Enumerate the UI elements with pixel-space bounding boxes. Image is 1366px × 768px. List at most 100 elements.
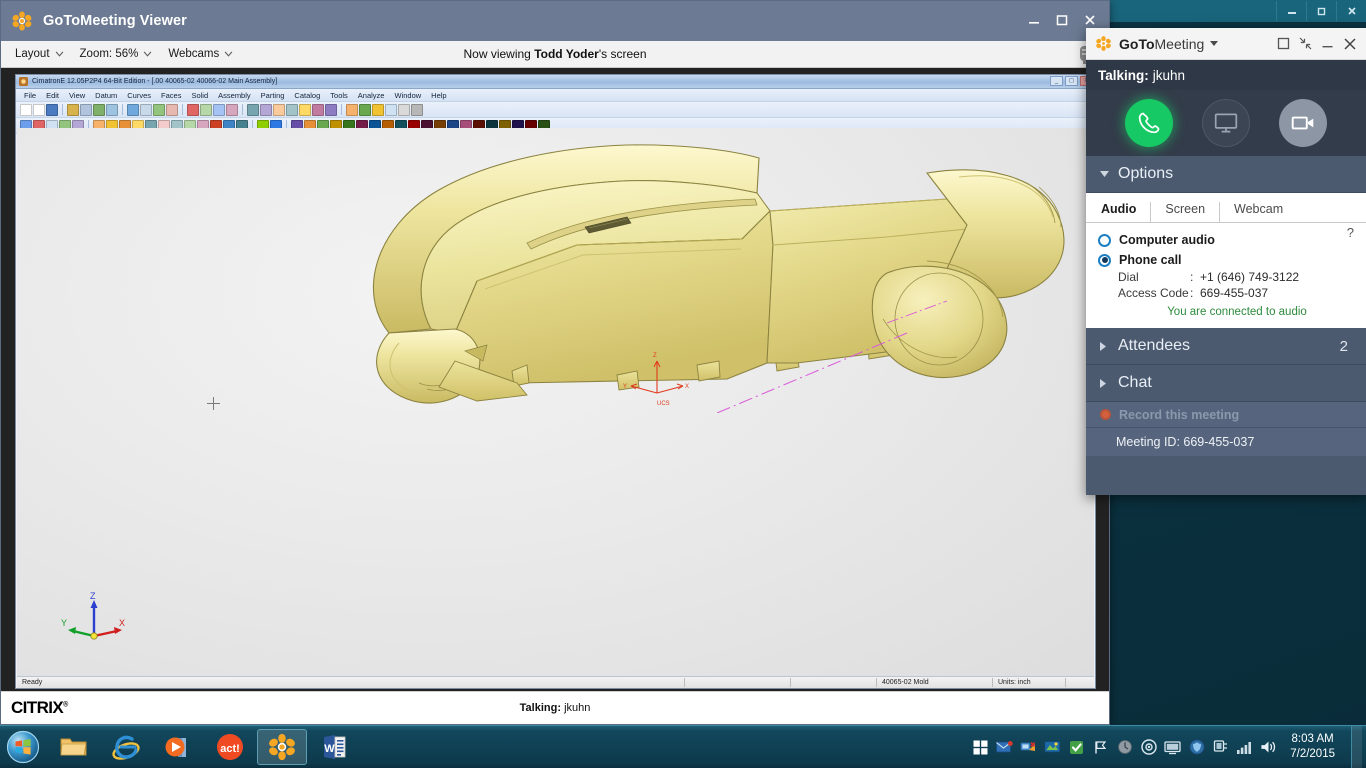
viewer-titlebar[interactable]: GoToMeeting Viewer — [1, 1, 1109, 41]
cad-toolbar-button[interactable] — [359, 103, 371, 116]
cad-menu-assembly[interactable]: Assembly — [218, 91, 251, 100]
taskbar-clock[interactable]: 8:03 AM 7/2/2015 — [1290, 732, 1344, 762]
phone-call-radio[interactable] — [1098, 253, 1111, 267]
audio-toggle-button[interactable] — [1124, 99, 1173, 147]
monitor-icon[interactable] — [1164, 739, 1181, 756]
computer-audio-radio[interactable] — [1098, 233, 1111, 247]
taskbar-item-internet-explorer[interactable] — [101, 729, 151, 765]
gtm-panel-header[interactable]: GoToMeeting — [1086, 28, 1366, 60]
cad-toolbar-button[interactable] — [20, 103, 32, 116]
show-desktop-button[interactable] — [1351, 725, 1362, 768]
cad-toolbar-button[interactable] — [312, 103, 324, 116]
network-alert-icon[interactable] — [1020, 739, 1037, 756]
cad-toolbar-button[interactable] — [166, 103, 178, 116]
cad-toolbar-button[interactable] — [127, 103, 139, 116]
cad-toolbar-button[interactable] — [226, 103, 238, 116]
cad-toolbar-button[interactable] — [299, 103, 311, 116]
cad-menu-window[interactable]: Window — [394, 91, 421, 100]
attendees-section-header[interactable]: Attendees 2 — [1086, 328, 1366, 365]
cad-menu-solid[interactable]: Solid — [191, 91, 208, 100]
cad-toolbar-button[interactable] — [93, 103, 105, 116]
plug-icon[interactable] — [1212, 739, 1229, 756]
chevron-down-icon[interactable] — [1210, 41, 1219, 46]
cad-menu-analyze[interactable]: Analyze — [358, 91, 385, 100]
display-icon[interactable] — [1044, 739, 1061, 756]
show-hidden-icons-button[interactable] — [972, 739, 989, 756]
cad-toolbar-button[interactable] — [33, 103, 45, 116]
chat-section-header[interactable]: Chat — [1086, 365, 1366, 402]
phone-call-option[interactable]: Phone call — [1086, 249, 1366, 269]
background-window-close-button[interactable] — [1336, 1, 1366, 21]
gtm-brand-bold: GoTo — [1119, 35, 1155, 52]
cad-menu-faces[interactable]: Faces — [161, 91, 181, 100]
cad-menu-help[interactable]: Help — [431, 91, 446, 100]
gtm-restore-button[interactable] — [1277, 37, 1290, 50]
cad-toolbar-button[interactable] — [346, 103, 358, 116]
shield-icon[interactable] — [1188, 739, 1205, 756]
computer-audio-option[interactable]: Computer audio — [1086, 229, 1366, 249]
cad-toolbar-button[interactable] — [106, 103, 118, 116]
signal-icon[interactable] — [1236, 739, 1253, 756]
tab-screen[interactable]: Screen — [1150, 202, 1219, 222]
now-viewing-suffix: 's screen — [598, 47, 647, 61]
cad-toolbar-button[interactable] — [46, 103, 58, 116]
background-window-minimize-button[interactable] — [1276, 1, 1306, 21]
gtm-minimize-button[interactable] — [1321, 37, 1334, 50]
zoom-dropdown-button[interactable]: Zoom: 56% — [72, 44, 161, 64]
options-section-header[interactable]: Options — [1086, 156, 1366, 193]
windows-start-orb-icon[interactable] — [3, 728, 43, 766]
volume-icon[interactable] — [1260, 739, 1277, 756]
mail-icon[interactable] — [996, 739, 1013, 756]
viewer-maximize-button[interactable] — [1049, 9, 1075, 31]
tab-webcam[interactable]: Webcam — [1219, 202, 1297, 222]
cad-minimize-button[interactable]: _ — [1050, 76, 1063, 86]
cad-toolbar-button[interactable] — [80, 103, 92, 116]
disc-icon[interactable] — [1140, 739, 1157, 756]
cad-menu-curves[interactable]: Curves — [127, 91, 151, 100]
cad-restore-button[interactable]: ◻ — [1065, 76, 1078, 86]
cad-menu-edit[interactable]: Edit — [46, 91, 59, 100]
taskbar-item-gotomeeting[interactable] — [257, 729, 307, 765]
cad-toolbar-button[interactable] — [153, 103, 165, 116]
cad-toolbar-button[interactable] — [411, 103, 423, 116]
cad-toolbar-button[interactable] — [200, 103, 212, 116]
cad-menu-view[interactable]: View — [69, 91, 85, 100]
layout-dropdown-button[interactable]: Layout — [7, 44, 72, 64]
gtm-close-button[interactable] — [1343, 37, 1357, 51]
screen-share-button[interactable] — [1201, 99, 1250, 147]
update-icon[interactable] — [1116, 739, 1133, 756]
webcams-dropdown-button[interactable]: Webcams — [160, 44, 241, 64]
cad-toolbar-button[interactable] — [385, 103, 397, 116]
cad-toolbar-button[interactable] — [372, 103, 384, 116]
cad-toolbar-button[interactable] — [213, 103, 225, 116]
flag-icon[interactable] — [1092, 739, 1109, 756]
cad-menu-file[interactable]: File — [24, 91, 36, 100]
taskbar-item-act-crm[interactable]: act! — [205, 729, 255, 765]
cad-toolbar-button[interactable] — [273, 103, 285, 116]
cad-menu-parting[interactable]: Parting — [261, 91, 285, 100]
tab-audio[interactable]: Audio — [1099, 202, 1150, 222]
cad-toolbar-button[interactable] — [187, 103, 199, 116]
taskbar-item-media-player[interactable] — [153, 729, 203, 765]
phone-call-label: Phone call — [1119, 253, 1182, 267]
cad-toolbar-button[interactable] — [325, 103, 337, 116]
cad-toolbar-button[interactable] — [398, 103, 410, 116]
taskbar-item-file-explorer[interactable] — [49, 729, 99, 765]
cad-toolbar-button[interactable] — [247, 103, 259, 116]
cad-toolbar-button[interactable] — [286, 103, 298, 116]
cad-menu-datum[interactable]: Datum — [95, 91, 117, 100]
cad-toolbar-button[interactable] — [260, 103, 272, 116]
security-check-icon[interactable] — [1068, 739, 1085, 756]
taskbar-item-microsoft-word[interactable]: W — [309, 729, 359, 765]
record-meeting-button[interactable]: Record this meeting — [1086, 402, 1366, 428]
background-window-restore-button[interactable] — [1306, 1, 1336, 21]
gtm-collapse-button[interactable] — [1299, 37, 1312, 50]
webcam-share-button[interactable] — [1279, 99, 1328, 147]
cad-menu-tools[interactable]: Tools — [330, 91, 348, 100]
cad-toolbar-button[interactable] — [67, 103, 79, 116]
cad-menu-catalog[interactable]: Catalog — [294, 91, 320, 100]
cad-3d-viewport[interactable]: Z X Y UCS Z X Y — [17, 128, 1094, 676]
cad-toolbar-button[interactable] — [140, 103, 152, 116]
help-icon[interactable]: ? — [1347, 225, 1354, 240]
viewer-minimize-button[interactable] — [1021, 9, 1047, 31]
